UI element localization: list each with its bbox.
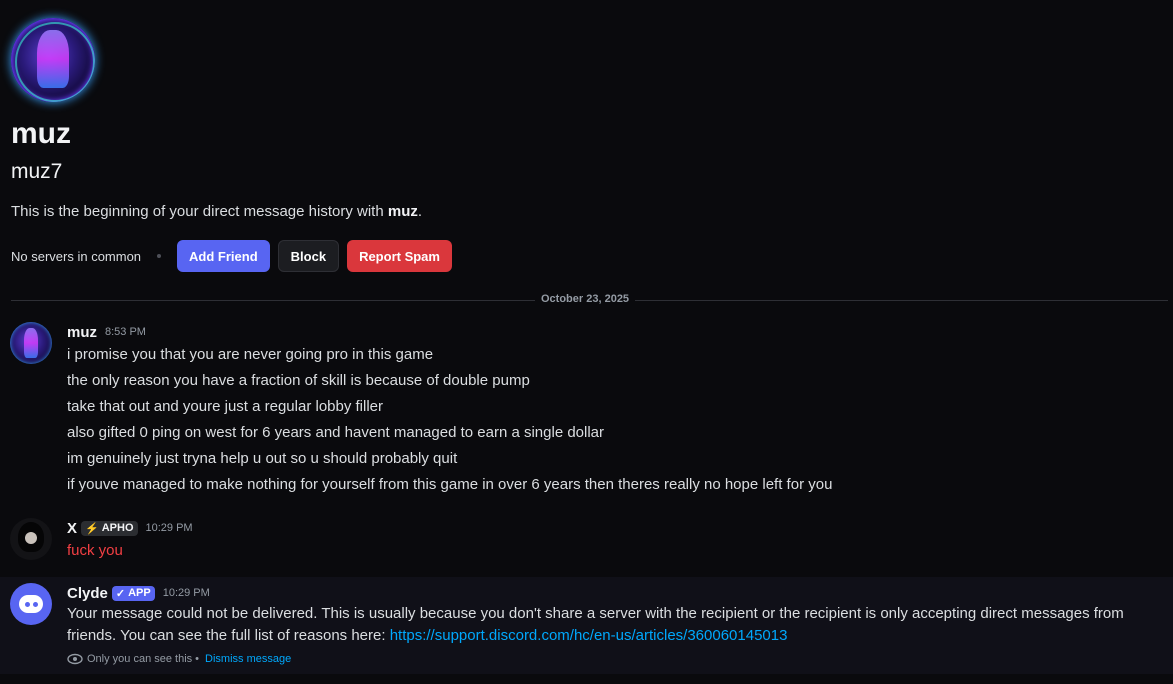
dm-intro: muz muz7 This is the beginning of your d… (11, 18, 1161, 272)
message-content: muz 8:53 PM i promise you that you are n… (67, 322, 832, 498)
profile-display-name[interactable]: muz (11, 116, 1161, 152)
intro-suffix: . (417, 203, 423, 220)
message-line: Your message could not be delivered. Thi… (67, 605, 1124, 622)
profile-actions: No servers in common Add Friend Block Re… (11, 240, 1161, 272)
ephemeral-notice: Only you can see this • Dismiss message (67, 653, 1124, 665)
message-text: friends. You can see the full list of re… (67, 627, 390, 644)
timestamp: 8:53 PM (105, 326, 146, 338)
bot-icon (19, 595, 43, 613)
avatar-face (25, 532, 37, 544)
avatar-figure (37, 30, 69, 88)
message-line: also gifted 0 ping on west for 6 years a… (67, 424, 605, 441)
message-content: X ⚡ APHO 10:29 PM fuck you (67, 518, 193, 564)
check-icon: ✓ (115, 587, 126, 600)
message-line: the only reason you have a fraction of s… (67, 372, 530, 389)
message-header: X ⚡ APHO 10:29 PM (67, 518, 193, 538)
report-spam-button[interactable]: Report Spam (347, 240, 452, 272)
avatar-figure (24, 328, 38, 358)
bot-eye (33, 602, 38, 607)
message-content: Clyde ✓ APP 10:29 PM Your message could … (67, 583, 1124, 666)
block-button[interactable]: Block (277, 240, 340, 272)
message-line: if youve managed to make nothing for you… (67, 476, 833, 493)
author-name[interactable]: muz (67, 324, 97, 341)
message-line: i promise you that you are never going p… (67, 346, 434, 363)
app-tag-label: APP (128, 587, 151, 599)
support-link[interactable]: https://support.discord.com/hc/en-us/art… (390, 627, 788, 644)
timestamp: 10:29 PM (145, 522, 193, 534)
clan-tag[interactable]: ⚡ APHO (81, 520, 138, 536)
profile-avatar[interactable] (11, 18, 95, 102)
dismiss-message-link[interactable]: Dismiss message (205, 653, 291, 665)
lightning-icon: ⚡ (85, 522, 99, 535)
intro-prefix: This is the beginning of your direct mes… (11, 203, 388, 220)
message-header: Clyde ✓ APP 10:29 PM (67, 583, 1124, 603)
bot-eye (25, 602, 30, 607)
intro-name: muz (387, 203, 418, 220)
intro-text: This is the beginning of your direct mes… (11, 202, 1161, 222)
no-servers-text: No servers in common (11, 248, 142, 264)
only-you-text: Only you can see this (87, 653, 193, 665)
app-tag: ✓ APP (111, 585, 155, 601)
author-name[interactable]: X (67, 520, 77, 537)
avatar[interactable] (10, 583, 52, 625)
avatar[interactable] (10, 322, 52, 364)
clan-tag-label: APHO (101, 522, 134, 534)
eye-icon (67, 653, 83, 665)
message-line: take that out and youre just a regular l… (67, 398, 384, 415)
author-name[interactable]: Clyde (67, 585, 108, 602)
timestamp: 10:29 PM (162, 587, 210, 599)
profile-username: muz7 (11, 160, 63, 183)
separator: • (195, 653, 200, 665)
dot-icon (157, 254, 162, 258)
message-line: friends. You can see the full list of re… (67, 625, 1124, 647)
date-divider-label: October 23, 2025 (535, 293, 636, 305)
message-line: im genuinely just tryna help u out so u … (67, 450, 458, 467)
add-friend-button[interactable]: Add Friend (177, 240, 270, 272)
message-header: muz 8:53 PM (67, 322, 832, 342)
message-line: fuck you (67, 542, 123, 559)
avatar[interactable] (10, 518, 52, 560)
